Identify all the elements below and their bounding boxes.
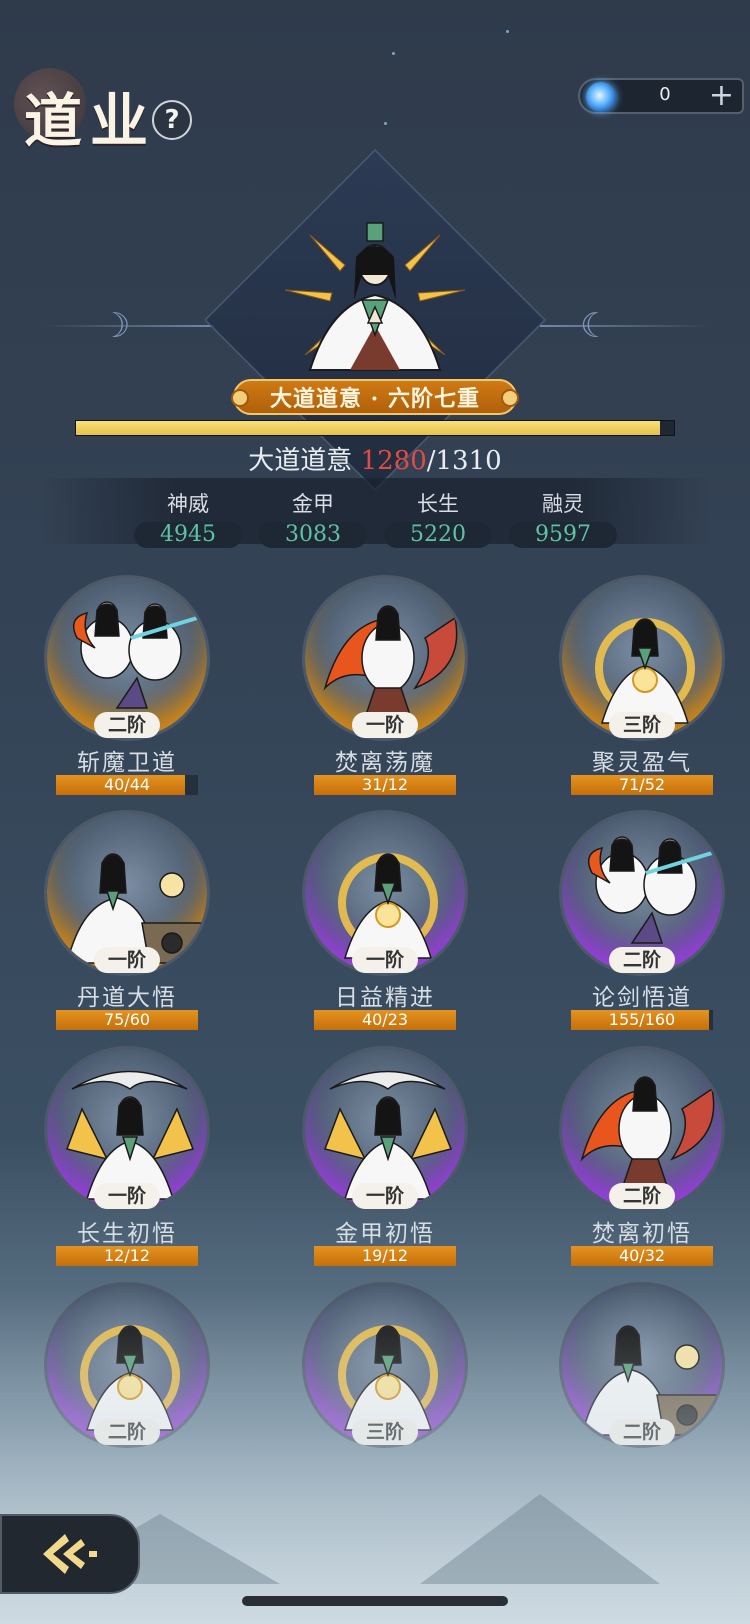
star-sparkle xyxy=(384,122,387,125)
stat-jinjia: 金甲 3083 xyxy=(259,488,367,548)
skill-progress-count: 40/32 xyxy=(618,1246,666,1265)
back-arrow-icon xyxy=(43,1534,97,1574)
skill-card[interactable]: 一阶金甲初悟 19/12 xyxy=(290,1046,480,1266)
skill-tier-badge: 二阶 xyxy=(609,1419,675,1445)
skill-card[interactable]: 一阶焚离荡魔 31/12 xyxy=(290,575,480,795)
stat-label: 融灵 xyxy=(542,492,584,516)
skill-tier-badge: 一阶 xyxy=(94,1183,160,1209)
page-title: 道业 xyxy=(24,87,157,155)
skill-progress-bar: 75/60 xyxy=(56,1010,198,1030)
skill-card[interactable]: 三阶聚灵盈气 71/52 xyxy=(547,575,737,795)
stat-rongling: 融灵 9597 xyxy=(509,488,617,548)
skill-tier-badge: 一阶 xyxy=(352,947,418,973)
skill-progress-bar: 12/12 xyxy=(56,1246,198,1266)
dao-progress-current: 1280 xyxy=(360,446,427,476)
skill-progress-bar: 155/160 xyxy=(571,1010,713,1030)
skill-tier-badge: 一阶 xyxy=(94,947,160,973)
stat-label: 神威 xyxy=(167,492,209,516)
skill-tier-badge: 二阶 xyxy=(609,947,675,973)
skill-progress-count: 71/52 xyxy=(618,775,666,794)
ornament-line-right xyxy=(540,325,710,327)
skill-tier-badge: 一阶 xyxy=(352,712,418,738)
skill-progress-bar: 71/52 xyxy=(571,775,713,795)
stat-label: 金甲 xyxy=(292,492,334,516)
stat-shenwei: 神威 4945 xyxy=(134,488,242,548)
currency-counter: 0 + xyxy=(578,78,744,114)
skill-tier-badge: 二阶 xyxy=(94,712,160,738)
star-sparkle xyxy=(506,30,509,33)
dao-progress-fill xyxy=(76,421,661,435)
skill-name: 焚离荡魔 xyxy=(335,750,435,776)
skill-card[interactable]: 一阶丹道大悟 75/60 xyxy=(32,810,222,1030)
skill-tier-badge: 一阶 xyxy=(352,1183,418,1209)
home-indicator xyxy=(242,1596,508,1606)
banner-cap-right xyxy=(501,389,519,407)
stat-label: 长生 xyxy=(417,492,459,516)
dao-progress-label: 大道道意 xyxy=(248,446,353,476)
skill-progress-bar: 40/44 xyxy=(56,775,198,795)
skill-progress-count: 19/12 xyxy=(361,1246,409,1265)
rank-banner: 大道道意 · 六阶七重 xyxy=(231,379,519,415)
skill-name: 聚灵盈气 xyxy=(592,750,692,776)
skill-name: 日益精进 xyxy=(335,985,435,1011)
skill-name: 斩魔卫道 xyxy=(77,750,177,776)
skill-progress-count: 40/44 xyxy=(103,775,151,794)
skill-progress-count: 31/12 xyxy=(361,775,409,794)
currency-value: 0 xyxy=(659,84,671,105)
stat-value: 9597 xyxy=(509,522,617,548)
skill-card[interactable]: 二阶焚离初悟 40/32 xyxy=(547,1046,737,1266)
skill-card[interactable]: 二阶斩魔卫道 40/44 xyxy=(32,575,222,795)
stat-value: 3083 xyxy=(259,522,367,548)
star-sparkle xyxy=(392,52,395,55)
skill-card[interactable]: 一阶长生初悟 12/12 xyxy=(32,1046,222,1266)
skill-progress-bar: 40/32 xyxy=(571,1246,713,1266)
skill-progress-count: 12/12 xyxy=(103,1246,151,1265)
spirit-orb-icon xyxy=(586,82,616,112)
skill-progress-bar: 40/23 xyxy=(314,1010,456,1030)
dao-progress-bar xyxy=(75,420,675,436)
skill-name: 论剑悟道 xyxy=(592,985,692,1011)
skill-progress-count: 75/60 xyxy=(103,1010,151,1029)
mountain-silhouette xyxy=(420,1494,660,1584)
dao-progress-max: /1310 xyxy=(426,446,502,476)
skill-card[interactable]: 二阶论剑悟道 155/160 xyxy=(547,810,737,1030)
add-currency-button[interactable]: + xyxy=(709,78,734,113)
skill-tier-badge: 三阶 xyxy=(352,1419,418,1445)
skill-tier-badge: 二阶 xyxy=(609,1183,675,1209)
skill-name: 焚离初悟 xyxy=(592,1221,692,1247)
banner-cap-left xyxy=(231,389,249,407)
skill-tier-badge: 三阶 xyxy=(609,712,675,738)
help-button[interactable]: ? xyxy=(152,100,192,140)
skill-progress-count: 40/23 xyxy=(361,1010,409,1029)
dao-progress-text: 大道道意 1280/1310 xyxy=(0,440,750,477)
skill-card[interactable]: 二阶 xyxy=(32,1282,222,1492)
rank-title: 大道道意 · 六阶七重 xyxy=(270,386,480,412)
skill-card[interactable]: 三阶 xyxy=(290,1282,480,1492)
stat-changsheng: 长生 5220 xyxy=(384,488,492,548)
skill-tier-badge: 二阶 xyxy=(94,1419,160,1445)
skill-name: 长生初悟 xyxy=(77,1221,177,1247)
skill-progress-bar: 19/12 xyxy=(314,1246,456,1266)
crescent-ornament-right-icon: ☾ xyxy=(580,306,611,346)
skill-card[interactable]: 一阶日益精进 40/23 xyxy=(290,810,480,1030)
skill-card[interactable]: 二阶 xyxy=(547,1282,737,1492)
skill-progress-count: 155/160 xyxy=(608,1010,676,1029)
skill-name: 丹道大悟 xyxy=(77,985,177,1011)
skill-progress-bar: 31/12 xyxy=(314,775,456,795)
skill-name: 金甲初悟 xyxy=(335,1221,435,1247)
stat-value: 5220 xyxy=(384,522,492,548)
stat-value: 4945 xyxy=(134,522,242,548)
back-button[interactable] xyxy=(0,1514,140,1594)
crescent-ornament-left-icon: ☽ xyxy=(100,306,131,346)
meditating-cultivator-figure[interactable] xyxy=(270,195,480,385)
